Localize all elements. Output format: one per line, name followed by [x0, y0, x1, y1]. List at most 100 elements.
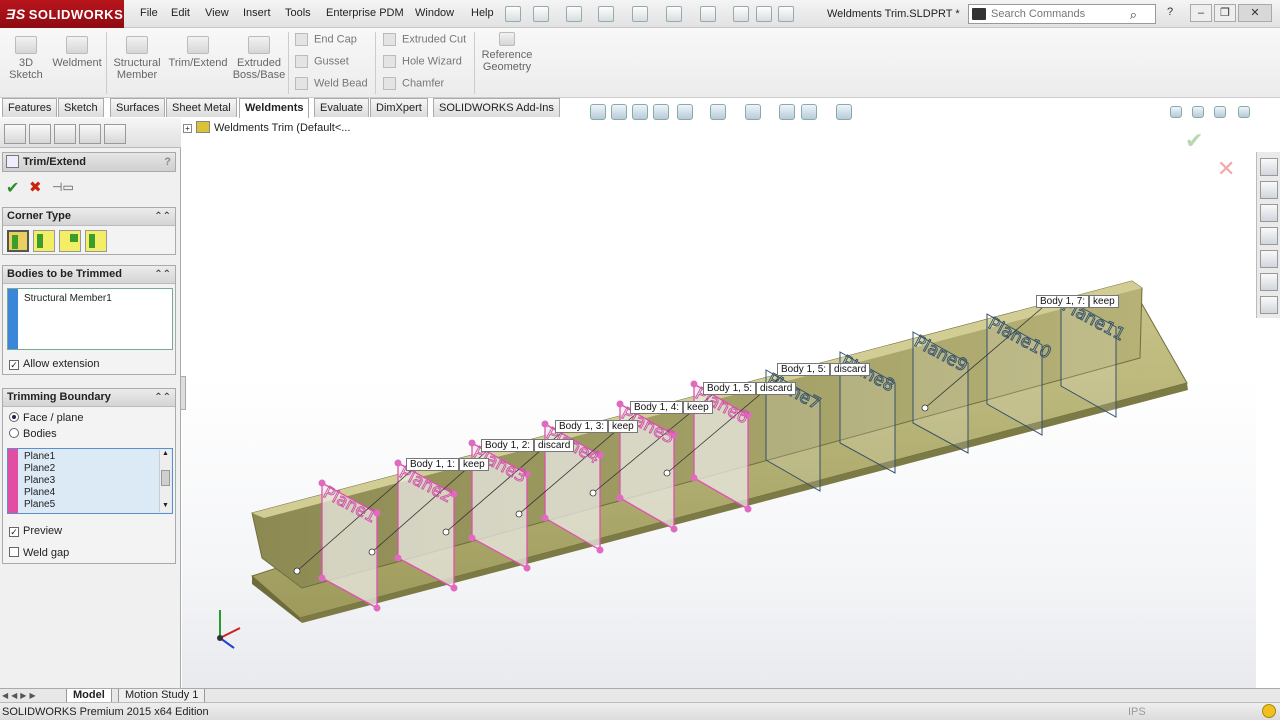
print-icon[interactable] — [632, 6, 648, 22]
tab-scroll-arrows-icon[interactable]: ◀◀▶▶ — [2, 691, 62, 701]
menu-window[interactable]: Window — [415, 7, 454, 19]
units-indicator[interactable]: IPS — [1128, 703, 1146, 721]
extruded-cut-button[interactable]: Extruded Cut — [383, 33, 466, 46]
dimxpert-manager-tab-icon[interactable] — [79, 124, 101, 144]
list-item[interactable]: Plane3 — [24, 475, 55, 486]
tab-motion-study[interactable]: Motion Study 1 — [118, 689, 206, 703]
corner-end-butt2-button[interactable] — [85, 230, 107, 252]
callout-action[interactable]: discard — [534, 439, 575, 452]
list-scrollbar[interactable]: ▲ ▼ — [159, 450, 171, 512]
checkbox-icon[interactable]: ✓ — [9, 527, 19, 537]
collapse-icon[interactable]: ⌃⌃ — [154, 208, 171, 225]
callout-action[interactable]: keep — [608, 420, 638, 433]
trim-extend-button[interactable]: Trim/Extend — [168, 36, 228, 69]
restore-window-button[interactable]: ❐ — [1214, 4, 1236, 22]
callout-body-6[interactable]: Body 1, 5: discard — [777, 363, 871, 376]
solidworks-resources-icon[interactable] — [1260, 158, 1278, 176]
options-icon[interactable] — [778, 6, 794, 22]
callout-body-4[interactable]: Body 1, 4: keep — [630, 401, 713, 414]
collapse-icon[interactable]: ⌃⌃ — [154, 389, 171, 406]
group-heading[interactable]: Corner Type ⌃⌃ — [3, 208, 175, 226]
callout-body-2[interactable]: Body 1, 2: discard — [481, 439, 575, 452]
pin-icon[interactable] — [505, 6, 521, 22]
tab-sheet-metal[interactable]: Sheet Metal — [166, 98, 237, 117]
feature-manager-tab-icon[interactable] — [4, 124, 26, 144]
callout-body-7[interactable]: Body 1, 7: keep — [1036, 295, 1119, 308]
allow-extension-checkbox[interactable]: ✓ Allow extension — [9, 358, 99, 370]
corner-end-trim-button[interactable] — [7, 230, 29, 252]
callout-action[interactable]: discard — [830, 363, 871, 376]
corner-end-butt1-button[interactable] — [59, 230, 81, 252]
tab-surfaces[interactable]: Surfaces — [110, 98, 166, 117]
menu-tools[interactable]: Tools — [285, 7, 311, 19]
checkbox-icon[interactable] — [9, 547, 19, 557]
end-cap-button[interactable]: End Cap — [295, 33, 357, 46]
search-commands-box[interactable]: ⌕ — [968, 4, 1156, 24]
scroll-up-icon[interactable]: ▲ — [160, 450, 171, 457]
ok-button[interactable]: ✔ — [6, 178, 19, 198]
help-icon[interactable]: ? — [164, 153, 171, 171]
bodies-selection-box[interactable]: Structural Member1 — [7, 288, 173, 350]
tab-model[interactable]: Model — [66, 689, 112, 703]
menu-edit[interactable]: Edit — [171, 7, 190, 19]
configuration-manager-tab-icon[interactable] — [54, 124, 76, 144]
corner-end-miter-button[interactable] — [33, 230, 55, 252]
custom-properties-icon[interactable] — [1260, 273, 1278, 291]
tab-features[interactable]: Features — [2, 98, 58, 117]
radio-icon[interactable] — [9, 412, 19, 422]
gusset-button[interactable]: Gusset — [295, 55, 349, 68]
callout-action[interactable]: discard — [756, 382, 797, 395]
planes-selection-box[interactable]: Plane1 Plane2 Plane3 Plane4 Plane5 ▲ ▼ — [7, 448, 173, 514]
callout-action[interactable]: keep — [459, 458, 489, 471]
preview-checkbox[interactable]: ✓ Preview — [9, 525, 62, 537]
list-item[interactable]: Plane5 — [24, 499, 55, 510]
group-heading[interactable]: Trimming Boundary ⌃⌃ — [3, 389, 175, 407]
rebuild-icon[interactable] — [733, 6, 749, 22]
reference-geometry-button[interactable]: Reference Geometry — [480, 32, 534, 73]
question-icon[interactable]: ? — [1159, 4, 1181, 22]
new-document-icon[interactable] — [533, 6, 549, 22]
appearances-icon[interactable] — [1260, 250, 1278, 268]
callout-body-1[interactable]: Body 1, 1: keep — [406, 458, 489, 471]
tab-weldments[interactable]: Weldments — [239, 98, 310, 118]
bodies-radio[interactable]: Bodies — [9, 428, 57, 440]
hole-wizard-button[interactable]: Hole Wizard — [383, 55, 462, 68]
structural-member-button[interactable]: Structural Member — [110, 36, 164, 81]
pin-dialog-button[interactable]: ⊣▭ — [52, 180, 74, 194]
file-explorer-icon[interactable] — [1260, 204, 1278, 222]
3d-sketch-button[interactable]: 3D Sketch — [6, 36, 46, 81]
callout-action[interactable]: keep — [683, 401, 713, 414]
scroll-thumb[interactable] — [161, 470, 170, 486]
search-icon[interactable]: ⌕ — [1130, 7, 1137, 23]
close-window-button[interactable]: ✕ — [1238, 4, 1272, 22]
solidworks-forum-icon[interactable] — [1260, 296, 1278, 314]
callout-body-5[interactable]: Body 1, 5: discard — [703, 382, 797, 395]
list-item[interactable]: Plane1 — [24, 451, 55, 462]
display-manager-tab-icon[interactable] — [104, 124, 126, 144]
weld-bead-button[interactable]: Weld Bead — [295, 77, 368, 90]
callout-action[interactable]: keep — [1089, 295, 1119, 308]
maximize-view-icon[interactable] — [1214, 106, 1226, 118]
panel-splitter-handle[interactable] — [180, 376, 186, 410]
view-palette-icon[interactable] — [1260, 227, 1278, 245]
list-item[interactable]: Structural Member1 — [24, 293, 112, 304]
cancel-button[interactable]: ✖ — [29, 178, 42, 196]
close-view-icon[interactable] — [1238, 106, 1250, 118]
menu-help[interactable]: Help — [471, 7, 494, 19]
group-heading[interactable]: Bodies to be Trimmed ⌃⌃ — [3, 266, 175, 284]
chamfer-button[interactable]: Chamfer — [383, 77, 444, 90]
tab-dimxpert[interactable]: DimXpert — [370, 98, 428, 117]
minimize-window-button[interactable]: – — [1190, 4, 1212, 22]
list-item[interactable]: Plane4 — [24, 487, 55, 498]
weld-gap-checkbox[interactable]: Weld gap — [9, 547, 69, 559]
weldment-button[interactable]: Weldment — [50, 36, 104, 69]
face-plane-radio[interactable]: Face / plane — [9, 412, 84, 424]
list-item[interactable]: Plane2 — [24, 463, 55, 474]
tab-add-ins[interactable]: SOLIDWORKS Add-Ins — [433, 98, 560, 117]
file-properties-icon[interactable] — [756, 6, 772, 22]
split-view-icon[interactable] — [1192, 106, 1204, 118]
callout-body-3[interactable]: Body 1, 3: keep — [555, 420, 638, 433]
menu-view[interactable]: View — [205, 7, 229, 19]
tab-sketch[interactable]: Sketch — [58, 98, 104, 117]
property-manager-tab-icon[interactable] — [29, 124, 51, 144]
